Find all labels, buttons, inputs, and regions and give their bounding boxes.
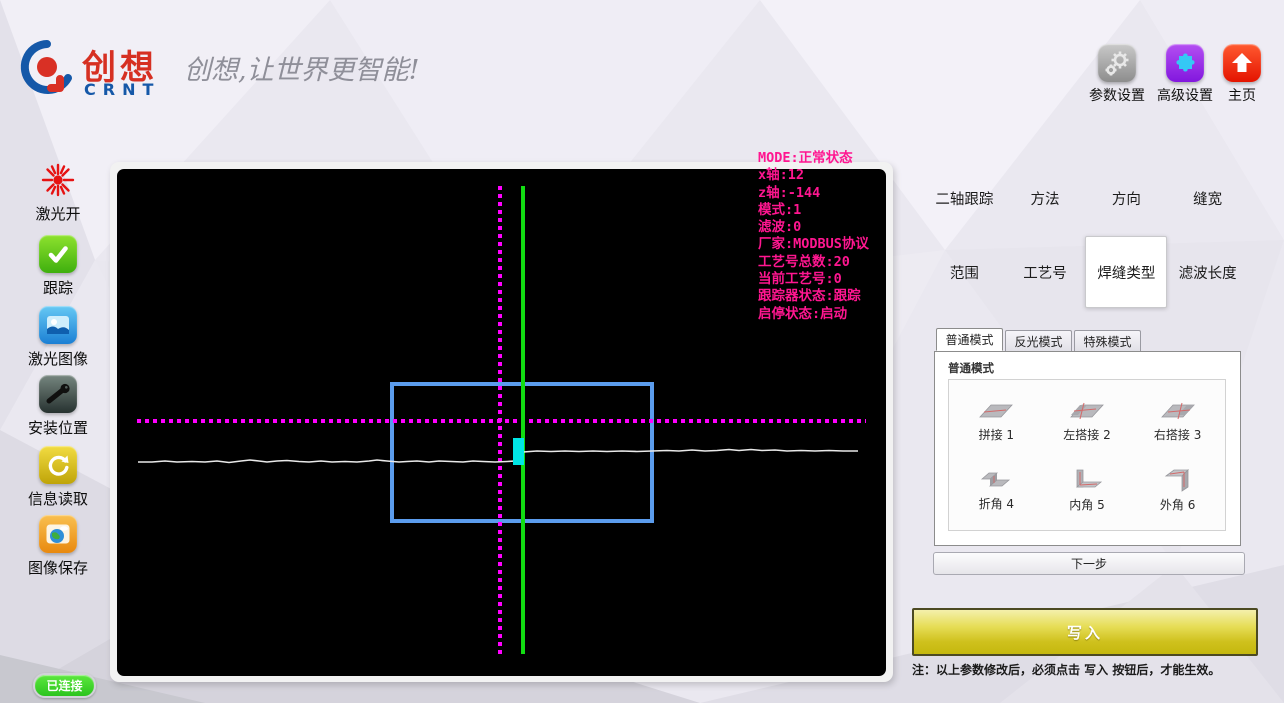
status-line-vendor: 厂家:MODBUS协议 (758, 236, 869, 253)
weld-type-label: 内角 5 (1069, 497, 1105, 512)
param-button-seam-type[interactable]: 焊缝类型 (1085, 236, 1168, 308)
weld-type-left-lap-2[interactable]: 左搭接 2 (1042, 386, 1133, 455)
tab-special-mode[interactable]: 特殊模式 (1074, 330, 1141, 351)
status-line-mode: MODE:正常状态 (758, 150, 853, 166)
laser-image-icon (39, 306, 77, 344)
weld-type-label: 右搭接 3 (1153, 427, 1202, 442)
weld-type-bend-4[interactable]: 折角 4 (951, 455, 1042, 524)
weld-type-grid: 拼接 1 左搭接 2 右搭接 3 折角 4 内角 5 外角 6 (948, 379, 1226, 531)
brand-slogan: 创想,让世界更智能! (184, 55, 420, 86)
tab-label: 普通模式 (945, 333, 994, 347)
status-line-mode-no: 模式:1 (758, 201, 802, 218)
nav-label: 高级设置 (1157, 88, 1213, 104)
nav-item-parameter-settings[interactable]: 参数设置 (1087, 44, 1147, 105)
seam-marker (513, 438, 524, 465)
status-line-x-axis: x轴:12 (758, 167, 805, 184)
status-line-z-axis: z轴:-144 (758, 184, 821, 201)
weld-group-title: 普通模式 (948, 361, 994, 375)
weld-type-panel: 普通模式 拼接 1 左搭接 2 右搭接 3 折角 4 内角 5 外角 6 (934, 351, 1241, 546)
weld-type-right-lap-3[interactable]: 右搭接 3 (1132, 386, 1223, 455)
param-button-label: 二轴跟踪 (935, 191, 994, 208)
nav-label: 主页 (1228, 88, 1256, 104)
param-button-label: 方向 (1111, 191, 1141, 208)
param-button-range[interactable]: 范围 (924, 235, 1005, 309)
sidebar-item-label: 跟踪 (42, 279, 73, 297)
image-save-icon (39, 515, 77, 553)
param-button-filter-length[interactable]: 滤波长度 (1167, 235, 1248, 309)
gear-icon (1098, 44, 1136, 82)
sidebar-item-label: 激光开 (35, 205, 81, 223)
write-button-label: 写入 (1066, 623, 1103, 642)
home-icon (1223, 44, 1261, 82)
sidebar-item-label: 激光图像 (27, 350, 88, 368)
sidebar-item-label: 图像保存 (27, 559, 88, 577)
tab-reflective-mode[interactable]: 反光模式 (1005, 330, 1072, 351)
param-button-label: 范围 (949, 265, 979, 282)
weld-type-label: 外角 6 (1159, 497, 1196, 512)
param-button-label: 方法 (1030, 191, 1060, 208)
tab-normal-mode[interactable]: 普通模式 (936, 328, 1003, 351)
sidebar-item-label: 信息读取 (27, 490, 88, 508)
tab-label: 特殊模式 (1083, 334, 1132, 349)
param-button-method[interactable]: 方法 (1005, 161, 1086, 235)
sidebar-item-info-read[interactable]: 信息读取 (20, 446, 96, 509)
parameter-button-grid: 二轴跟踪 方法 方向 缝宽 范围 工艺号 焊缝类型 滤波长度 (924, 161, 1248, 309)
weld-type-label: 左搭接 2 (1063, 427, 1111, 442)
param-button-biaxial-tracking[interactable]: 二轴跟踪 (924, 161, 1005, 235)
outer-corner-icon (1164, 468, 1189, 492)
right-lap-joint-icon (1160, 402, 1195, 419)
sidebar-item-install-position[interactable]: 安装位置 (20, 375, 96, 438)
check-icon (39, 235, 77, 273)
write-note: 注：以上参数修改后，必须点击 写入 按钮后，才能生效。 (912, 663, 1221, 677)
param-button-label: 工艺号 (1023, 265, 1067, 282)
param-button-label: 缝宽 (1193, 191, 1223, 208)
next-step-label: 下一步 (1070, 557, 1107, 571)
status-line-tracker-state: 跟踪器状态:跟踪 (758, 288, 861, 305)
info-read-icon (39, 446, 77, 484)
bend-joint-icon (981, 472, 1011, 486)
weld-type-label: 折角 4 (978, 496, 1015, 511)
sidebar-item-laser-image[interactable]: 激光图像 (20, 306, 96, 369)
sidebar-item-tracking[interactable]: 跟踪 (20, 235, 96, 298)
param-button-label: 焊缝类型 (1097, 265, 1156, 282)
weld-type-butt-1[interactable]: 拼接 1 (951, 386, 1042, 455)
next-step-button[interactable]: 下一步 (933, 552, 1245, 575)
param-button-process-number[interactable]: 工艺号 (1005, 235, 1086, 309)
param-button-seam-width[interactable]: 缝宽 (1167, 161, 1248, 235)
tab-label: 反光模式 (1014, 334, 1063, 349)
connection-status-badge[interactable]: 已连接 (33, 673, 96, 698)
sidebar-item-label: 安装位置 (27, 419, 88, 437)
butt-joint-icon (979, 404, 1014, 417)
inner-corner-icon (1075, 469, 1103, 487)
nav-label: 参数设置 (1089, 88, 1145, 104)
install-position-icon (39, 375, 77, 413)
status-line-run-state: 启停状态:启动 (758, 305, 848, 322)
nav-item-advanced-settings[interactable]: 高级设置 (1155, 44, 1215, 105)
weld-type-inner-corner-5[interactable]: 内角 5 (1042, 455, 1133, 524)
status-line-process-total: 工艺号总数:20 (758, 253, 850, 270)
brand-name-en: CRNT (84, 80, 161, 99)
telemetry-overlay: MODE:正常状态 x轴:12 z轴:-144 模式:1 滤波:0 厂家:MOD… (758, 150, 869, 323)
left-lap-joint-icon (1070, 402, 1104, 419)
puzzle-icon (1166, 44, 1204, 82)
sidebar-item-laser-on[interactable]: 激光开 (20, 161, 96, 224)
status-line-filter: 滤波:0 (758, 219, 802, 236)
sidebar-item-image-save[interactable]: 图像保存 (20, 515, 96, 578)
status-line-process-current: 当前工艺号:0 (758, 271, 842, 288)
param-button-direction[interactable]: 方向 (1085, 161, 1167, 235)
crnt-logo (20, 40, 72, 94)
param-button-label: 滤波长度 (1178, 265, 1237, 282)
nav-item-home[interactable]: 主页 (1220, 44, 1264, 105)
write-button[interactable]: 写入 (912, 608, 1258, 656)
weld-type-outer-corner-6[interactable]: 外角 6 (1132, 455, 1223, 524)
connection-status-label: 已连接 (46, 679, 83, 693)
laser-icon (39, 161, 77, 199)
weld-type-label: 拼接 1 (978, 427, 1015, 442)
